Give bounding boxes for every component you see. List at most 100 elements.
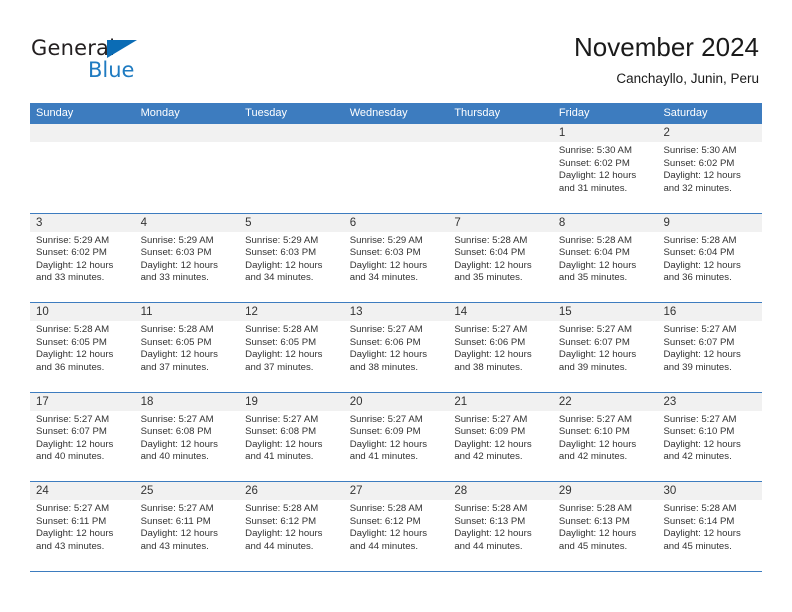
day-detail-line: and 31 minutes. — [558, 182, 628, 194]
day-detail-line: Sunrise: 5:28 AM — [663, 503, 737, 514]
day-detail-line: Sunrise: 5:27 AM — [245, 413, 319, 425]
day-detail-line: Sunset: 6:04 PM — [454, 247, 526, 259]
day-detail-line: Daylight: 12 hours — [663, 349, 741, 361]
day-details — [135, 142, 240, 145]
day-detail-line: Daylight: 12 hours — [454, 259, 532, 271]
day-details: Sunrise: 5:30 AM Sunset: 6:02 PM Daylight:… — [657, 142, 762, 195]
day-details: Sunrise: 5:27 AM Sunset: 6:11 PM Daylight:… — [30, 500, 135, 553]
day-detail-line: Sunset: 6:13 PM — [454, 515, 526, 527]
day-cell[interactable]: 7 Sunrise: 5:28 AM Sunset: 6:04 PM Daylight… — [448, 213, 553, 302]
day-cell[interactable]: 15 Sunrise: 5:27 AM Sunset: 6:07 PM Dayligh… — [552, 303, 658, 391]
day-detail-line: Sunrise: 5:27 AM — [140, 413, 214, 425]
day-cell[interactable]: 17 Sunrise: 5:27 AM Sunset: 6:07 PM Dayligh… — [30, 392, 135, 481]
day-detail-line: and 39 minutes. — [663, 361, 732, 373]
day-detail-line: and 43 minutes. — [36, 540, 105, 552]
day-detail-line: and 41 minutes. — [245, 451, 314, 463]
day-cell[interactable]: 2 Sunrise: 5:30 AM Sunset: 6:02 PM Daylight… — [657, 124, 763, 212]
day-number-band: 21 — [448, 392, 553, 411]
day-number: 3 — [36, 216, 43, 229]
weekday-header-sunday: Sunday — [36, 107, 74, 119]
day-detail-line: Sunset: 6:04 PM — [558, 247, 630, 259]
day-detail-line: Sunrise: 5:29 AM — [349, 234, 423, 246]
day-number-band: 5 — [239, 213, 344, 232]
day-cell[interactable]: 5 Sunrise: 5:29 AM Sunset: 6:03 PM Daylight… — [239, 213, 344, 302]
day-cell[interactable]: 25 Sunrise: 5:27 AM Sunset: 6:11 PM Dayligh… — [134, 482, 240, 570]
day-cell[interactable]: 24 Sunrise: 5:27 AM Sunset: 6:11 PM Dayligh… — [30, 482, 135, 570]
day-cell[interactable]: 22 Sunrise: 5:27 AM Sunset: 6:10 PM Dayligh… — [552, 392, 658, 481]
day-cell[interactable]: 16 Sunrise: 5:27 AM Sunset: 6:07 PM Dayligh… — [657, 303, 763, 391]
day-cell[interactable]: 9 Sunrise: 5:28 AM Sunset: 6:04 PM Daylight… — [657, 213, 763, 302]
day-details: Sunrise: 5:27 AM Sunset: 6:06 PM Daylight:… — [448, 321, 553, 374]
day-cell[interactable]: 4 Sunrise: 5:29 AM Sunset: 6:03 PM Daylight… — [134, 213, 240, 302]
logo-text-blue: Blue — [88, 58, 135, 82]
day-detail-line: and 33 minutes. — [36, 272, 105, 284]
calendar-page: General Blue November 2024 Canchayllo, J… — [0, 0, 792, 612]
calendar-week-row: 24 Sunrise: 5:27 AM Sunset: 6:11 PM Dayligh… — [30, 482, 763, 572]
day-detail-line: Daylight: 12 hours — [245, 259, 323, 271]
day-number: 30 — [663, 485, 677, 497]
day-cell[interactable]: 20 Sunrise: 5:27 AM Sunset: 6:09 PM Dayligh… — [343, 392, 449, 481]
calendar-weeks: 1 Sunrise: 5:30 AM Sunset: 6:02 PM Daylight… — [30, 124, 763, 572]
day-number: 13 — [349, 306, 363, 318]
day-detail-line: Sunset: 6:02 PM — [558, 157, 630, 169]
day-cell[interactable]: 8 Sunrise: 5:28 AM Sunset: 6:04 PM Daylight… — [552, 213, 658, 302]
day-detail-line: Sunrise: 5:28 AM — [663, 234, 737, 246]
day-detail-line: Daylight: 12 hours — [349, 259, 428, 271]
day-cell[interactable]: 18 Sunrise: 5:27 AM Sunset: 6:08 PM Dayligh… — [134, 392, 240, 481]
day-cell[interactable]: 14 Sunrise: 5:27 AM Sunset: 6:06 PM Dayligh… — [448, 303, 553, 391]
day-detail-line: Sunset: 6:05 PM — [36, 336, 107, 348]
day-detail-line: and 37 minutes. — [140, 361, 209, 373]
day-number-band: 18 — [134, 392, 240, 411]
day-detail-line: Sunrise: 5:27 AM — [36, 413, 110, 425]
weekday-header-thursday: Thursday — [454, 107, 501, 119]
day-detail-line: and 44 minutes. — [454, 540, 523, 552]
logo-triangle-icon — [107, 40, 137, 58]
day-cell[interactable]: 26 Sunrise: 5:28 AM Sunset: 6:12 PM Dayligh… — [239, 482, 344, 570]
day-details: Sunrise: 5:29 AM Sunset: 6:02 PM Daylight:… — [30, 232, 135, 285]
day-details: Sunrise: 5:27 AM Sunset: 6:09 PM Daylight:… — [448, 411, 553, 464]
day-detail-line: Daylight: 12 hours — [558, 259, 637, 271]
day-detail-line: Sunset: 6:08 PM — [245, 426, 317, 438]
day-number-band: 26 — [239, 482, 344, 500]
day-cell[interactable]: 6 Sunrise: 5:29 AM Sunset: 6:03 PM Daylight… — [343, 213, 449, 302]
day-detail-line: Sunset: 6:09 PM — [454, 426, 526, 438]
day-cell[interactable]: 10 Sunrise: 5:28 AM Sunset: 6:05 PM Dayligh… — [30, 303, 135, 391]
day-number-band: 29 — [552, 482, 658, 500]
day-detail-line: Sunset: 6:06 PM — [349, 336, 421, 348]
day-detail-line: and 44 minutes. — [349, 540, 419, 552]
day-detail-line: Daylight: 12 hours — [454, 349, 532, 361]
day-detail-line: Sunrise: 5:28 AM — [245, 503, 319, 514]
day-cell[interactable]: 21 Sunrise: 5:27 AM Sunset: 6:09 PM Dayligh… — [448, 392, 553, 481]
day-detail-line: and 33 minutes. — [140, 272, 209, 284]
day-details: Sunrise: 5:28 AM Sunset: 6:04 PM Daylight:… — [448, 232, 553, 285]
day-detail-line: Sunrise: 5:28 AM — [454, 503, 528, 514]
day-detail-line: and 36 minutes. — [663, 272, 732, 284]
day-details: Sunrise: 5:27 AM Sunset: 6:11 PM Daylight:… — [135, 500, 240, 553]
day-cell[interactable]: 11 Sunrise: 5:28 AM Sunset: 6:05 PM Dayligh… — [134, 303, 240, 391]
day-detail-line: Sunrise: 5:28 AM — [454, 234, 528, 246]
day-number: 22 — [558, 395, 572, 408]
day-cell[interactable]: 1 Sunrise: 5:30 AM Sunset: 6:02 PM Daylight… — [552, 124, 658, 212]
day-cell[interactable]: 19 Sunrise: 5:27 AM Sunset: 6:08 PM Dayligh… — [239, 392, 344, 481]
day-number-band: 15 — [552, 303, 658, 321]
day-details: Sunrise: 5:27 AM Sunset: 6:07 PM Daylight:… — [553, 321, 658, 374]
day-detail-line: Daylight: 12 hours — [349, 528, 428, 540]
day-number: 4 — [140, 216, 147, 229]
day-cell[interactable]: 29 Sunrise: 5:28 AM Sunset: 6:13 PM Dayligh… — [552, 482, 658, 570]
calendar-week-row: 17 Sunrise: 5:27 AM Sunset: 6:07 PM Dayligh… — [30, 392, 763, 482]
day-details: Sunrise: 5:27 AM Sunset: 6:07 PM Daylight:… — [30, 411, 135, 464]
day-cell[interactable]: 27 Sunrise: 5:28 AM Sunset: 6:12 PM Dayligh… — [343, 482, 449, 570]
day-cell[interactable]: 30 Sunrise: 5:28 AM Sunset: 6:14 PM Dayligh… — [657, 482, 763, 570]
day-cell[interactable]: 23 Sunrise: 5:27 AM Sunset: 6:10 PM Dayligh… — [657, 392, 763, 481]
day-cell[interactable]: 12 Sunrise: 5:28 AM Sunset: 6:05 PM Dayligh… — [239, 303, 344, 391]
day-cell[interactable]: 3 Sunrise: 5:29 AM Sunset: 6:02 PM Daylight… — [30, 213, 135, 302]
day-detail-line: and 44 minutes. — [245, 540, 314, 552]
day-number: 20 — [349, 395, 363, 408]
day-detail-line: Sunrise: 5:29 AM — [140, 234, 214, 246]
day-cell[interactable]: 28 Sunrise: 5:28 AM Sunset: 6:13 PM Dayligh… — [448, 482, 553, 570]
day-number: 23 — [663, 395, 677, 408]
day-detail-line: and 38 minutes. — [454, 361, 523, 373]
day-detail-line: Sunrise: 5:30 AM — [663, 145, 737, 156]
day-cell[interactable]: 13 Sunrise: 5:27 AM Sunset: 6:06 PM Dayligh… — [343, 303, 449, 391]
day-detail-line: Daylight: 12 hours — [36, 528, 114, 540]
